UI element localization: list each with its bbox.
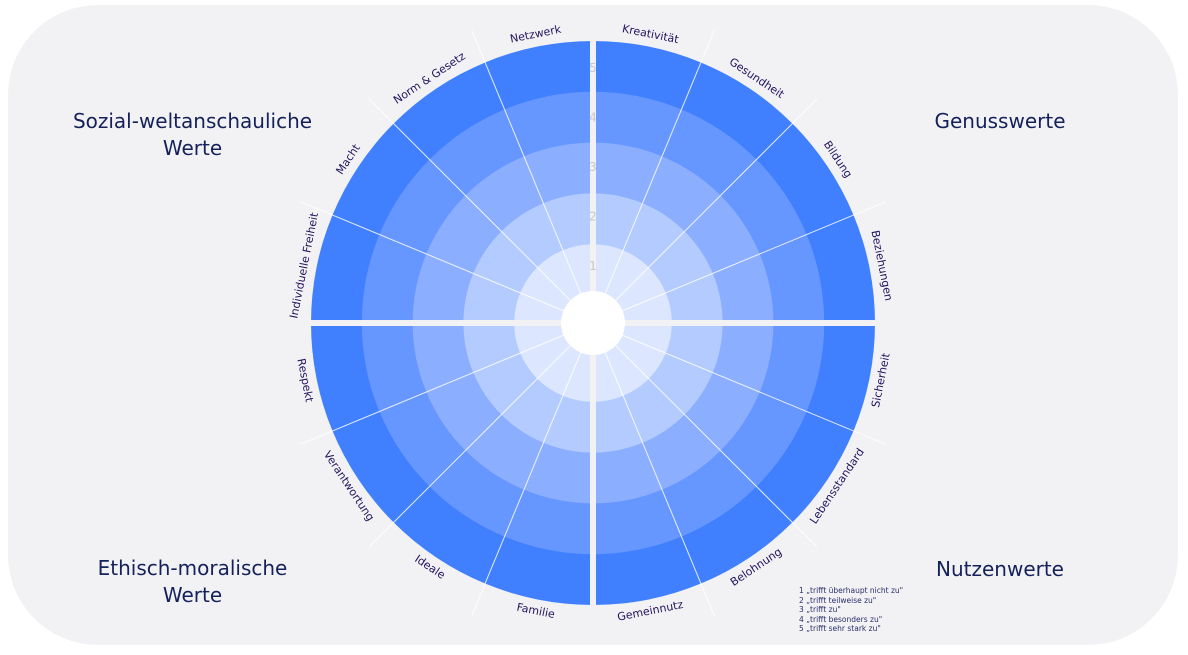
legend-item-5: 5 „trifft sehr stark zu"	[799, 624, 881, 633]
legend-item-3: 3 „trifft zu"	[799, 605, 841, 614]
scale-number-2: 2	[589, 210, 597, 224]
scale-number-4: 4	[589, 111, 597, 125]
segment-label-familie: Familie	[515, 601, 556, 621]
center-hole	[561, 291, 625, 355]
segment-label-kreativität: Kreativität	[621, 22, 680, 46]
legend-item-2: 2 „trifft teilweise zu"	[799, 595, 877, 605]
scale-legend: 1 „trifft überhaupt nicht zu" 2 „trifft …	[799, 586, 903, 634]
segment-label-respekt: Respekt	[294, 357, 315, 403]
segment-label-sicherheit: Sicherheit	[869, 351, 893, 408]
legend-item-1: 1 „trifft überhaupt nicht zu"	[799, 586, 904, 595]
segment-label-netzwerk: Netzwerk	[509, 23, 563, 46]
scale-number-5: 5	[589, 61, 597, 75]
value-wheel: 12345Individuelle FreiheitMachtNorm & Ge…	[287, 22, 895, 624]
scale-number-3: 3	[589, 160, 597, 174]
scale-number-1: 1	[589, 259, 597, 273]
legend-item-4: 4 „trifft besonders zu"	[799, 614, 883, 624]
